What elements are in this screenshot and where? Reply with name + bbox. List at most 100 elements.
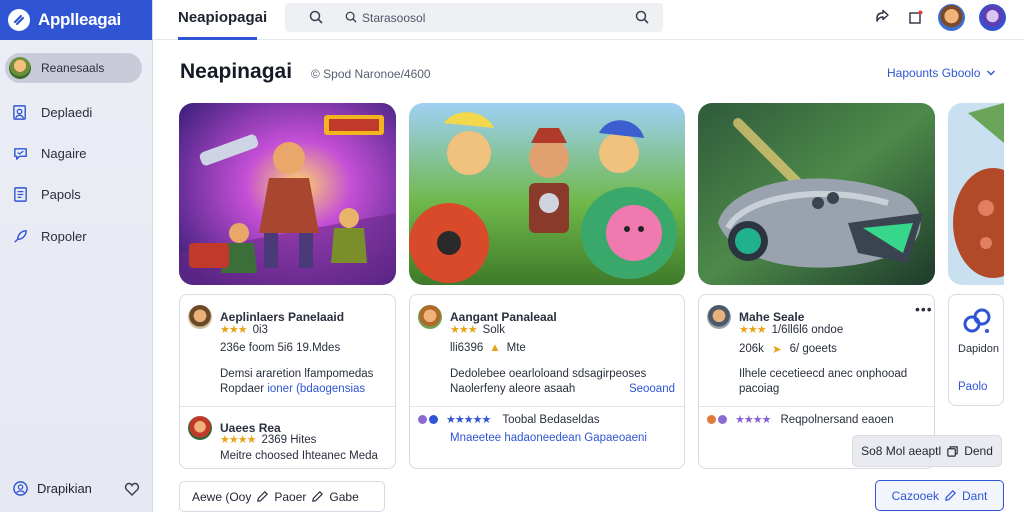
sub-description: Meitre choosed Ihteanec Meda xyxy=(220,450,378,462)
description-text: Ropdaer xyxy=(220,383,265,395)
rocket-icon xyxy=(14,230,27,243)
description-text: Naolerfeny aleore asaah xyxy=(450,383,576,395)
up-arrow-icon: ▲ xyxy=(489,342,501,354)
game-art-2[interactable] xyxy=(409,103,685,285)
search-icon[interactable] xyxy=(309,10,323,24)
button-label: Cazooek xyxy=(891,488,939,503)
arrow-icon: ➤ xyxy=(771,344,782,356)
stats-text: 206k xyxy=(739,343,764,355)
account-icon xyxy=(13,481,28,496)
game-avatar xyxy=(188,305,212,329)
page-subtitle: © Spod Naronoe/4600 xyxy=(311,67,431,81)
chevron-down-icon xyxy=(987,70,996,76)
action-pill[interactable]: So8 Mol aeaptl Dend xyxy=(852,435,1002,467)
filter-chip[interactable]: Aewe (Ooy xyxy=(192,490,251,504)
profile-icon xyxy=(13,105,26,120)
notification-icon[interactable] xyxy=(908,9,924,25)
sidebar-item-label: Ropoler xyxy=(41,229,87,244)
dot-icon xyxy=(718,415,727,424)
divider xyxy=(180,406,395,407)
bottom-action-button[interactable]: Cazooek Dant xyxy=(875,480,1004,511)
header-link-label: Hapounts Gboolo xyxy=(887,66,981,80)
sidebar-footer-label: Drapikian xyxy=(37,481,92,496)
description-link[interactable]: Seooand xyxy=(629,383,675,395)
divider xyxy=(699,406,934,407)
app-root: Applleagai Reanesaals Deplaedi Nagaire P… xyxy=(0,0,1024,512)
sidebar-item-nagaire[interactable]: Nagaire xyxy=(12,145,87,162)
account-avatar[interactable] xyxy=(979,4,1006,31)
card-link[interactable]: Paolo xyxy=(958,381,987,393)
game-art-3[interactable] xyxy=(698,103,935,285)
description-line: pacoiag xyxy=(739,383,780,395)
game-avatar xyxy=(707,305,731,329)
game-art-1[interactable] xyxy=(179,103,396,285)
card-footer: ★★★★★ Toobal Bedaseldas xyxy=(418,413,600,426)
action-button-label: Dend xyxy=(964,444,993,458)
game-art-4[interactable] xyxy=(948,103,1004,285)
sidebar-item-label: Nagaire xyxy=(41,146,87,161)
rating-row: ★★★ Solk xyxy=(450,323,505,337)
share-icon[interactable] xyxy=(874,9,890,25)
filter-chip[interactable]: Gabe xyxy=(329,490,358,504)
filter-chip[interactable]: Paoer xyxy=(274,490,306,504)
star-rating-icon: ★★★ xyxy=(739,324,767,336)
card-footer: ★★★★ Reqpolnersand eaoen xyxy=(707,413,894,426)
stats-row: 206k ➤ 6/ goeets xyxy=(739,342,837,356)
sidebar-footer[interactable]: Drapikian xyxy=(12,480,140,497)
user-avatar[interactable] xyxy=(938,4,965,31)
page-title: Neapinagai xyxy=(180,60,293,83)
sub-avatar xyxy=(188,416,212,440)
app-name: Applleagai xyxy=(38,10,121,29)
game-info-card-2[interactable]: Aangant Panaleaal ★★★ Solk lli6396 ▲ Mte… xyxy=(409,294,685,469)
card-label: Dapidon xyxy=(958,343,999,355)
action-label: So8 Mol aeaptl xyxy=(861,444,942,458)
sidebar-item-deplaedi[interactable]: Deplaedi xyxy=(12,104,92,121)
search-field[interactable]: Starasoosol xyxy=(285,3,663,32)
description-line: Naolerfeny aleore asaah Seooand xyxy=(450,383,675,395)
search-icon xyxy=(345,11,357,23)
game-info-card-1[interactable]: Aeplinlaers Panelaaid ★★★ 0i3 236e foom … xyxy=(179,294,396,469)
pencil-icon[interactable] xyxy=(256,490,269,503)
link-icon xyxy=(963,308,991,333)
sidebar-item-ropoler[interactable]: Ropoler xyxy=(12,228,87,245)
star-rating-icon: ★★★★★ xyxy=(446,414,491,426)
game-title: Aangant Panaleaal xyxy=(450,310,557,324)
description-line: Ilhele cecetieecd anec onphooad xyxy=(739,368,908,380)
sidebar-profile[interactable]: Reanesaals xyxy=(5,53,142,83)
filter-bar[interactable]: Aewe (Ooy Paoer Gabe xyxy=(179,481,385,512)
chat-icon xyxy=(14,148,27,160)
dot-icon xyxy=(418,415,427,424)
sidebar-item-papols[interactable]: Papols xyxy=(12,186,81,203)
dot-icon xyxy=(429,415,438,424)
active-tab-indicator xyxy=(178,37,257,40)
brand-bar[interactable]: Applleagai xyxy=(0,0,152,40)
rating-text: 0i3 xyxy=(252,323,268,336)
search-icon[interactable] xyxy=(635,10,649,24)
header-link[interactable]: Hapounts Gboolo xyxy=(887,66,996,80)
tab-active-title[interactable]: Neapiopagai xyxy=(178,9,267,26)
description-link[interactable]: ioner (bdaogensias xyxy=(267,383,365,395)
footer-text: Reqpolnersand eaoen xyxy=(780,413,894,426)
heart-icon[interactable] xyxy=(124,481,140,497)
game-title: Aeplinlaers Panelaaid xyxy=(220,310,345,324)
star-rating-icon: ★★★ xyxy=(220,324,248,336)
pencil-icon[interactable] xyxy=(311,490,324,503)
game-info-card-4[interactable]: Dapidon Paolo xyxy=(948,294,1004,406)
game-title: Mahe Seale xyxy=(739,310,805,324)
stats-text: 236e foom 5i6 19.Mdes xyxy=(220,342,341,354)
sub-rating-row: ★★★★ 2369 Hites xyxy=(220,433,317,447)
description-line: Demsi araretion lfampomedas xyxy=(220,368,374,380)
sidebar-item-label: Papols xyxy=(41,187,81,202)
footer-link[interactable]: Mnaeetee hadaoneedean Gapaeoaeni xyxy=(450,432,647,444)
footer-text: Toobal Bedaseldas xyxy=(502,413,600,426)
star-rating-icon: ★★★★ xyxy=(220,434,256,446)
more-options-icon[interactable]: ••• xyxy=(915,301,933,317)
sidebar: Applleagai Reanesaals Deplaedi Nagaire P… xyxy=(0,0,153,512)
dot-icon xyxy=(707,415,716,424)
description-line: Dedolebee oearloloand sdsagirpeoses xyxy=(450,368,647,380)
pencil-icon xyxy=(945,490,956,501)
search-input[interactable]: Starasoosol xyxy=(362,11,425,25)
document-icon xyxy=(14,187,27,202)
sub-rating-text: 2369 Hites xyxy=(261,433,317,446)
stats-text: 6/ goeets xyxy=(789,343,837,355)
